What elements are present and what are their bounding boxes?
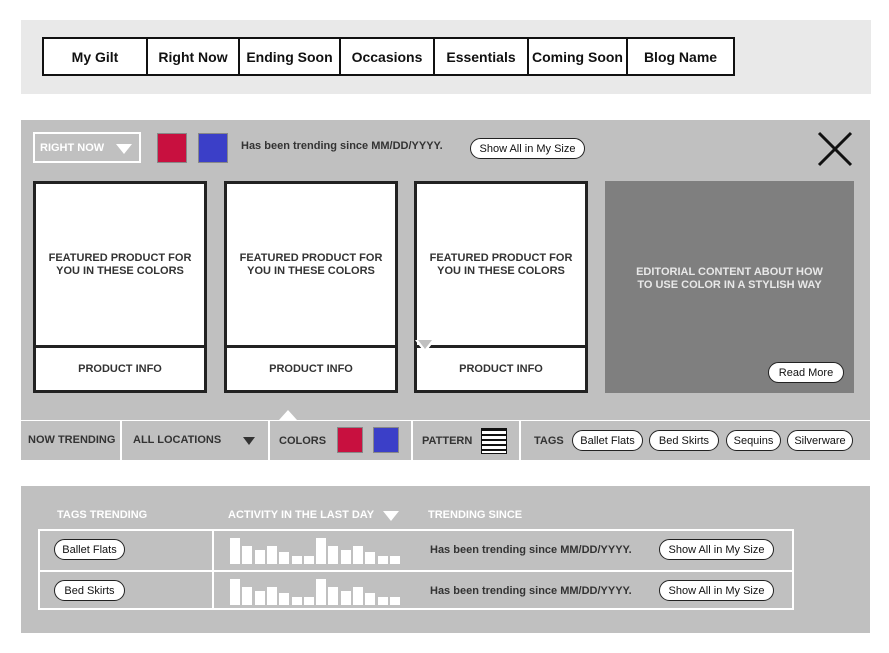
featured-product-text: FEATURED PRODUCT FOR YOU IN THESE COLORS — [239, 251, 383, 277]
activity-bar — [279, 552, 290, 564]
product-info-link[interactable]: PRODUCT INFO — [227, 345, 395, 390]
editorial-text: EDITORIAL CONTENT ABOUT HOW TO USE COLOR… — [636, 266, 823, 291]
activity-bar — [242, 546, 253, 564]
show-all-in-my-size-button[interactable]: Show All in My Size — [659, 539, 774, 560]
divider — [212, 531, 214, 570]
table-row: Ballet Flats Has been trending since MM/… — [40, 531, 792, 570]
activity-bar — [328, 546, 339, 564]
activity-bar — [316, 579, 327, 605]
top-navigation-area: My Gilt Right Now Ending Soon Occasions Esse… — [21, 20, 871, 94]
nav-tab-my-gilt[interactable]: My Gilt — [44, 39, 148, 74]
locations-dropdown-label: ALL LOCATIONS — [133, 434, 222, 446]
trending-since-header: TRENDING SINCE — [428, 509, 523, 521]
tag-pill[interactable]: Bed Skirts — [649, 430, 719, 451]
nav-tab-occasions[interactable]: Occasions — [341, 39, 435, 74]
show-all-in-my-size-button[interactable]: Show All in My Size — [470, 138, 585, 159]
divider — [519, 421, 521, 461]
activity-header: ACTIVITY IN THE LAST DAY — [228, 509, 375, 521]
trending-since-text: Has been trending since MM/DD/YYYY. — [430, 544, 632, 556]
trending-since-text: Has been trending since MM/DD/YYYY. — [241, 140, 443, 152]
activity-bar — [377, 556, 388, 564]
chevron-down-icon — [243, 437, 255, 445]
activity-bar — [254, 591, 265, 605]
activity-bar — [389, 556, 400, 564]
tags-trending-header: TAGS TRENDING — [57, 509, 148, 521]
activity-bar — [303, 597, 314, 605]
trending-table: Ballet Flats Has been trending since MM/… — [38, 529, 794, 610]
activity-bar — [303, 556, 314, 564]
trending-since-text: Has been trending since MM/DD/YYYY. — [430, 585, 632, 597]
activity-bar — [266, 546, 277, 564]
tag-pill[interactable]: Sequins — [726, 430, 781, 451]
product-info-link[interactable]: PRODUCT INFO — [36, 345, 204, 390]
activity-bar — [266, 587, 277, 605]
color-filter-red[interactable] — [337, 427, 363, 453]
activity-bar — [353, 587, 363, 605]
product-info-link[interactable]: PRODUCT INFO — [417, 345, 585, 390]
stripes-pattern-icon[interactable] — [481, 428, 507, 454]
divider — [411, 421, 413, 461]
nav-tab-blog-name[interactable]: Blog Name — [628, 39, 733, 74]
activity-sparkline — [230, 536, 402, 564]
activity-bar — [230, 579, 240, 605]
product-card[interactable]: FEATURED PRODUCT FOR YOU IN THESE COLORS… — [414, 181, 588, 393]
editorial-block: EDITORIAL CONTENT ABOUT HOW TO USE COLOR… — [605, 181, 854, 393]
chevron-down-icon — [116, 144, 132, 154]
pattern-pointer-inner — [418, 340, 432, 349]
activity-bar — [377, 597, 388, 605]
tags-trending-panel: TAGS TRENDING ACTIVITY IN THE LAST DAY T… — [21, 486, 870, 633]
activity-bar — [389, 597, 400, 605]
tags-label: TAGS — [534, 435, 564, 447]
activity-bar — [340, 591, 351, 605]
activity-bar — [254, 550, 265, 564]
activity-bar — [279, 593, 290, 605]
nav-tab-right-now[interactable]: Right Now — [148, 39, 240, 74]
nav-tab-essentials[interactable]: Essentials — [435, 39, 529, 74]
activity-bar — [291, 597, 302, 605]
color-swatch-blue[interactable] — [198, 133, 228, 163]
activity-sparkline — [230, 577, 402, 605]
activity-bar — [365, 552, 376, 564]
nav-tab-coming-soon[interactable]: Coming Soon — [529, 39, 628, 74]
activity-bar — [316, 538, 327, 564]
activity-bar — [340, 550, 351, 564]
table-row: Bed Skirts Has been trending since MM/DD… — [40, 570, 792, 609]
tag-pill[interactable]: Ballet Flats — [54, 539, 125, 560]
colors-label: COLORS — [279, 435, 327, 447]
product-card[interactable]: FEATURED PRODUCT FOR YOU IN THESE COLORS… — [33, 181, 207, 393]
pattern-label: PATTERN — [422, 435, 473, 447]
activity-bar — [291, 556, 302, 564]
activity-bar — [230, 538, 240, 564]
right-now-dropdown[interactable]: RIGHT NOW — [33, 132, 141, 163]
featured-product-text: FEATURED PRODUCT FOR YOU IN THESE COLORS — [48, 251, 192, 277]
locations-dropdown[interactable]: ALL LOCATIONS — [122, 421, 268, 461]
now-trending-label: NOW TRENDING — [28, 434, 116, 446]
tag-pill[interactable]: Bed Skirts — [54, 580, 125, 601]
read-more-button[interactable]: Read More — [768, 362, 844, 383]
trending-panel: RIGHT NOW Has been trending since MM/DD/… — [21, 120, 870, 461]
top-nav: My Gilt Right Now Ending Soon Occasions Esse… — [42, 37, 735, 76]
color-filter-blue[interactable] — [373, 427, 399, 453]
show-all-in-my-size-button[interactable]: Show All in My Size — [659, 580, 774, 601]
right-now-dropdown-label: RIGHT NOW — [40, 141, 105, 154]
divider — [268, 421, 270, 461]
tag-pill[interactable]: Silverware — [787, 430, 853, 451]
filter-bar: NOW TRENDING ALL LOCATIONS COLORS PATTER… — [21, 420, 870, 461]
featured-product-text: FEATURED PRODUCT FOR YOU IN THESE COLORS — [429, 251, 573, 277]
close-icon[interactable] — [816, 130, 854, 168]
panel-pointer — [279, 410, 297, 420]
activity-bar — [365, 593, 376, 605]
color-swatch-red[interactable] — [157, 133, 187, 163]
activity-bar — [242, 587, 253, 605]
tag-pill[interactable]: Ballet Flats — [572, 430, 643, 451]
activity-bar — [328, 587, 339, 605]
nav-tab-ending-soon[interactable]: Ending Soon — [240, 39, 341, 74]
activity-bar — [353, 546, 363, 564]
sort-chevron-down-icon[interactable] — [383, 511, 399, 521]
product-card[interactable]: FEATURED PRODUCT FOR YOU IN THESE COLORS… — [224, 181, 398, 393]
divider — [212, 572, 214, 609]
